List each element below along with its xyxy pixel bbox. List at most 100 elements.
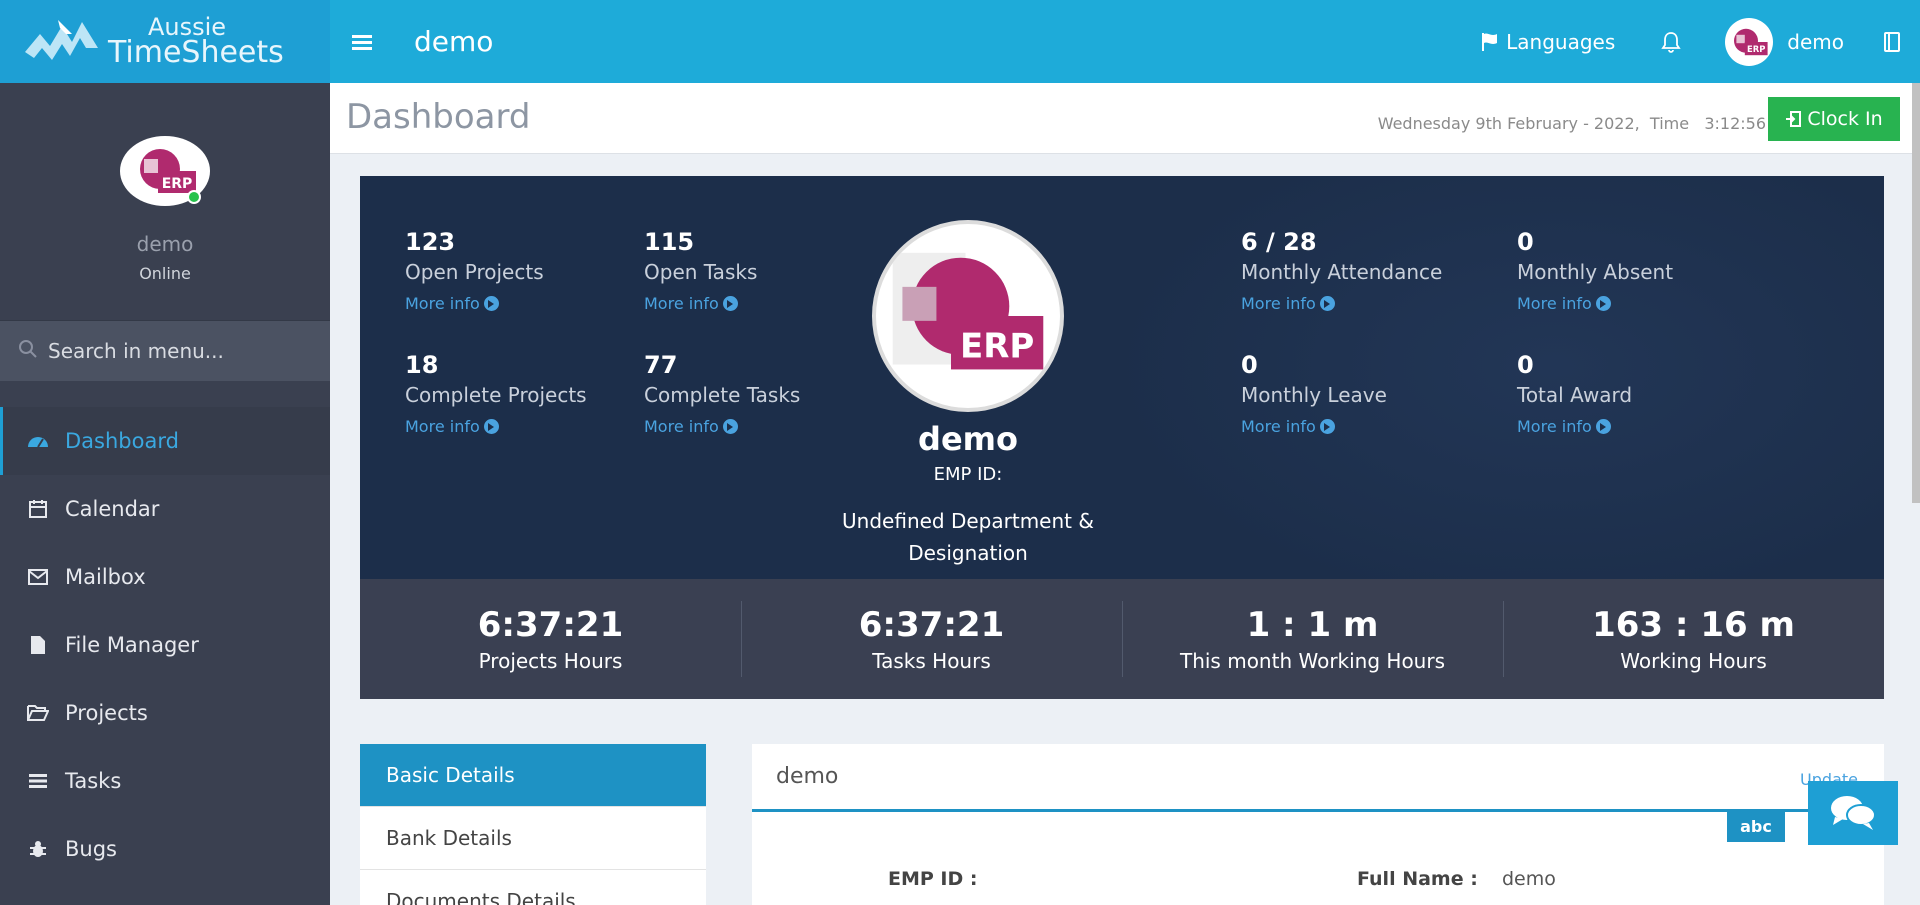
page-scrollbar[interactable] [1912,83,1920,503]
stat-value: 77 [644,351,678,379]
more-info-label: More info [644,417,719,436]
book-icon [1884,31,1900,52]
notifications-button[interactable] [1661,31,1681,53]
more-info-link[interactable]: More info [644,417,800,436]
avatar[interactable]: ERP [120,136,210,206]
stat-total-award: 0 Total Award More info [1517,351,1632,436]
sidebar-item-file-manager[interactable]: File Manager [0,611,330,679]
sidebar-item-projects[interactable]: Projects [0,679,330,747]
envelope-icon [27,566,49,588]
sidebar-item-bugs[interactable]: Bugs [0,815,330,883]
more-info-link[interactable]: More info [1517,417,1632,436]
arrow-circle-right-icon [483,296,499,311]
stat-value: 18 [405,351,439,379]
stat-value: 0 [1517,228,1534,256]
erp-logo-icon: ERP [1734,28,1768,55]
dashboard-icon [27,430,49,452]
svg-text:ERP: ERP [960,326,1034,366]
stat-complete-projects: 18 Complete Projects More info [405,351,587,436]
emp-id-label: EMP ID : [888,868,978,890]
stat-monthly-leave: 0 Monthly Leave More info [1241,351,1387,436]
current-datetime: Wednesday 9th February - 2022, Time 3:12… [1377,114,1766,133]
hero-background [1104,176,1884,579]
bug-icon [27,838,49,860]
sidebar-item-calendar[interactable]: Calendar [0,475,330,543]
more-info-label: More info [1517,417,1592,436]
stat-value: 6 / 28 [1241,228,1317,256]
stat-value: 123 [405,228,456,256]
sidebar-item-dashboard[interactable]: Dashboard [0,407,330,475]
hours-value: 163 : 16 m [1592,605,1795,645]
arrow-circle-right-icon [483,419,499,434]
arrow-circle-right-icon [1595,296,1611,311]
stat-value: 0 [1517,351,1534,379]
file-icon [27,634,49,656]
more-info-link[interactable]: More info [644,294,757,313]
projects-hours: 6:37:21 Projects Hours [360,579,741,699]
full-name-label: Full Name : [1357,868,1478,890]
hours-value: 6:37:21 [477,605,624,645]
hours-label: Projects Hours [478,649,623,673]
clock-in-button[interactable]: Clock In [1768,97,1900,141]
erp-logo-icon: ERP [892,252,1044,370]
logo-text: Aussie TimeSheets [108,15,284,70]
sidebar-item-label: Projects [65,701,148,725]
arrow-circle-right-icon [1319,419,1335,434]
hours-label: This month Working Hours [1179,649,1446,673]
bell-icon [1661,31,1681,53]
more-info-link[interactable]: More info [1517,294,1673,313]
tab-basic-details[interactable]: Basic Details [360,744,706,807]
sidebar-item-label: Tasks [65,769,122,793]
sidebar-user-status: Online [139,264,191,283]
topbar-avatar[interactable]: ERP [1725,17,1774,66]
user-panel: ERP demo Online [0,83,330,321]
topbar-title: demo [414,25,494,58]
more-info-link[interactable]: More info [405,294,544,313]
topbar-user-name[interactable]: demo [1787,30,1844,54]
sidebar-item-mailbox[interactable]: Mailbox [0,543,330,611]
search-icon [18,339,38,363]
sidebar: Aussie TimeSheets ERP demo Online Search… [0,0,330,905]
logo-mark-icon [20,12,110,72]
profile-avatar[interactable]: ERP [872,220,1064,412]
tab-bank-details[interactable]: Bank Details [360,807,706,870]
tab-documents-details[interactable]: Documents Details [360,870,706,905]
hours-value: 6:37:21 [858,605,1005,645]
control-sidebar-button[interactable] [1884,31,1900,52]
stat-label: Complete Tasks [644,383,801,407]
online-status-dot [187,190,201,204]
sidebar-item-label: File Manager [65,633,199,657]
stat-label: Complete Projects [405,383,587,407]
hours-label: Tasks Hours [872,649,991,673]
more-info-link[interactable]: More info [405,417,587,436]
stat-label: Open Projects [405,260,544,284]
profile-name: demo [918,420,1018,458]
stat-label: Monthly Leave [1241,383,1387,407]
more-info-link[interactable]: More info [1241,417,1387,436]
arrow-circle-right-icon [1319,296,1335,311]
sidebar-item-label: Calendar [65,497,160,521]
svg-text:ERP: ERP [1747,44,1765,54]
stat-monthly-attendance: 6 / 28 Monthly Attendance More info [1241,228,1442,313]
stat-value: 0 [1241,351,1258,379]
abc-badge: abc [1727,810,1785,842]
calendar-icon [27,498,49,520]
chat-button[interactable] [1808,781,1898,845]
logo[interactable]: Aussie TimeSheets [0,0,330,83]
logo-line2: TimeSheets [108,34,284,70]
page-title: Dashboard [346,97,531,137]
content-header: Dashboard Wednesday 9th February - 2022,… [330,83,1920,154]
profile-hero: 123 Open Projects More info 115 Open Tas… [360,176,1884,579]
more-info-link[interactable]: More info [1241,294,1442,313]
sidebar-item-tasks[interactable]: Tasks [0,747,330,815]
languages-dropdown[interactable]: Languages [1480,30,1615,54]
search-menu-input[interactable]: Search in menu... [0,321,330,381]
comments-icon [1831,796,1876,830]
arrow-circle-right-icon [722,296,738,311]
languages-label: Languages [1506,29,1616,54]
menu-toggle-button[interactable] [330,33,394,51]
stat-complete-tasks: 77 Complete Tasks More info [644,351,800,436]
more-info-label: More info [405,294,480,313]
profile-summary: ERP demo EMP ID: Undefined Department & … [842,220,1094,569]
more-info-label: More info [405,417,480,436]
